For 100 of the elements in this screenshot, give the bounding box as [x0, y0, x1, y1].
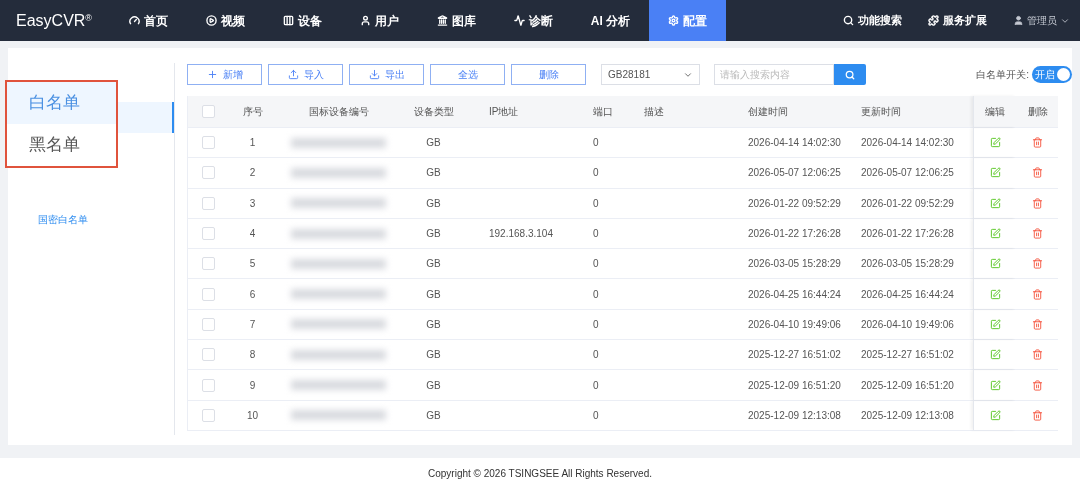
edit-icon[interactable]	[989, 409, 1001, 421]
table-cell-text: GB	[425, 196, 442, 211]
toolbar-button[interactable]: 导出	[349, 64, 424, 85]
delete-icon[interactable]	[1032, 288, 1043, 300]
delete-icon[interactable]	[1032, 318, 1043, 330]
checkbox[interactable]	[202, 136, 215, 150]
delete-icon[interactable]	[1032, 258, 1043, 270]
puzzle-icon	[928, 15, 939, 26]
table-cell-text: 0	[592, 317, 600, 332]
checkbox[interactable]	[202, 378, 215, 392]
table-cell-text: GB	[425, 166, 442, 181]
switch-label: 白名单开关:	[976, 68, 1029, 82]
table-cell-text: 2026-03-05 15:28:29	[861, 257, 955, 272]
edit-icon[interactable]	[989, 167, 1001, 179]
column-header: 编辑	[973, 96, 1016, 127]
checkbox[interactable]	[202, 105, 215, 118]
checkbox[interactable]	[202, 196, 215, 210]
table-cell-text: 6	[248, 287, 257, 302]
column-header: 端口	[592, 105, 614, 119]
edit-icon[interactable]	[989, 197, 1001, 209]
nav-tab[interactable]: AI 分析	[572, 0, 649, 41]
download-icon	[368, 69, 380, 80]
nav-link[interactable]: 服务扩展	[928, 12, 987, 29]
delete-icon[interactable]	[1032, 409, 1043, 421]
toolbar-button[interactable]: 全选	[430, 64, 505, 85]
table-cell-text: GB	[425, 257, 442, 272]
nav-tab[interactable]: 诊断	[495, 0, 572, 41]
delete-icon[interactable]	[1032, 197, 1043, 209]
delete-icon[interactable]	[1032, 228, 1043, 240]
edit-icon[interactable]	[989, 228, 1001, 240]
checkbox[interactable]	[202, 287, 215, 301]
table-cell-text: 192.168.3.104	[488, 227, 554, 242]
search-field[interactable]: 请输入搜索内容	[714, 64, 834, 85]
edit-icon[interactable]	[989, 288, 1001, 300]
nav-tab[interactable]: 首页	[110, 0, 187, 41]
table-cell-text: 2025-12-27 16:51:02	[747, 348, 842, 363]
delete-icon[interactable]	[1032, 137, 1043, 149]
nav-link[interactable]: 功能搜索	[843, 12, 902, 29]
column-header: 创建时间	[747, 105, 789, 119]
table-cell-text: 2026-04-14 14:02:30	[747, 136, 842, 151]
table-cell-text: 2025-12-27 16:51:02	[861, 348, 955, 363]
edit-icon[interactable]	[989, 318, 1001, 330]
toolbar-button[interactable]: 删除	[511, 64, 586, 85]
table-cell-text: 10	[245, 408, 260, 423]
edit-icon[interactable]	[989, 349, 1001, 361]
table-cell-text: 0	[592, 287, 600, 302]
nav-tab[interactable]: 图库	[418, 0, 495, 41]
checkbox[interactable]	[202, 166, 215, 180]
sidebar-link[interactable]: 国密白名单	[8, 204, 174, 234]
delete-icon[interactable]	[1032, 349, 1043, 361]
table-cell-text: 7	[248, 317, 257, 332]
column-header: 删除	[1026, 105, 1049, 119]
toolbar-button[interactable]: 导入	[268, 64, 343, 85]
user-icon	[1013, 15, 1024, 26]
copyright-text: Copyright © 2026 TSINGSEE All Rights Reserved.	[428, 467, 652, 481]
table-cell-text: 2	[248, 166, 257, 181]
nav-tab[interactable]: 视频	[187, 0, 264, 41]
edit-icon[interactable]	[989, 258, 1001, 270]
toolbar-button[interactable]: 新增	[187, 64, 262, 85]
search-icon	[843, 15, 854, 26]
checkbox[interactable]	[202, 348, 215, 362]
brand-logo[interactable]: EasyCVR$^{®}$	[0, 8, 110, 33]
nav-tab[interactable]: 用户	[341, 0, 418, 41]
table-cell-text: 4	[248, 227, 257, 242]
nav-tab[interactable]: 设备	[264, 0, 341, 41]
checkbox[interactable]	[202, 257, 215, 271]
table-cell-text: 2026-04-10 19:49:06	[747, 317, 842, 332]
column-header: 描述	[643, 105, 665, 119]
table-cell-text: 1	[248, 136, 257, 151]
table-cell-text: 2026-03-05 15:28:29	[747, 257, 842, 272]
checkbox[interactable]	[202, 227, 215, 241]
nav-tab[interactable]: 配置	[649, 0, 726, 41]
column-header: 国标设备编号	[307, 105, 370, 119]
user-menu[interactable]: 管理员	[1013, 13, 1070, 28]
table-cell-text: GB	[425, 348, 442, 363]
table-cell-text: 2026-04-25 16:44:24	[747, 287, 842, 302]
table-cell-text: 2025-12-09 16:51:20	[861, 378, 955, 393]
table-cell-text: GB	[425, 227, 442, 242]
building-icon	[437, 15, 448, 26]
callout-menu-item[interactable]: 黑名单	[7, 124, 116, 166]
search-button[interactable]	[834, 64, 866, 85]
table-cell-text: 9	[248, 378, 257, 393]
column-header: IP地址	[488, 105, 520, 119]
search-icon	[845, 69, 855, 80]
table-cell-text: 2025-12-09 16:51:20	[747, 378, 842, 393]
table-cell-text: 2026-04-10 19:49:06	[861, 317, 955, 332]
selected-row-highlight	[117, 102, 174, 133]
checkbox[interactable]	[202, 408, 215, 422]
table-cell-text: 2025-12-09 12:13:08	[747, 408, 842, 423]
checkbox[interactable]	[202, 317, 215, 331]
table-cell-text: 0	[592, 227, 600, 242]
protocol-select[interactable]: GB28181	[601, 64, 700, 85]
edit-icon[interactable]	[989, 379, 1001, 391]
table-cell-text: 2026-04-14 14:02:30	[861, 136, 955, 151]
delete-icon[interactable]	[1032, 167, 1043, 179]
edit-icon[interactable]	[989, 137, 1001, 149]
delete-icon[interactable]	[1032, 379, 1043, 391]
table-cell-text: 0	[592, 136, 600, 151]
gauge-icon	[129, 15, 140, 26]
table-cell-text: 2026-01-22 17:26:28	[747, 227, 842, 242]
